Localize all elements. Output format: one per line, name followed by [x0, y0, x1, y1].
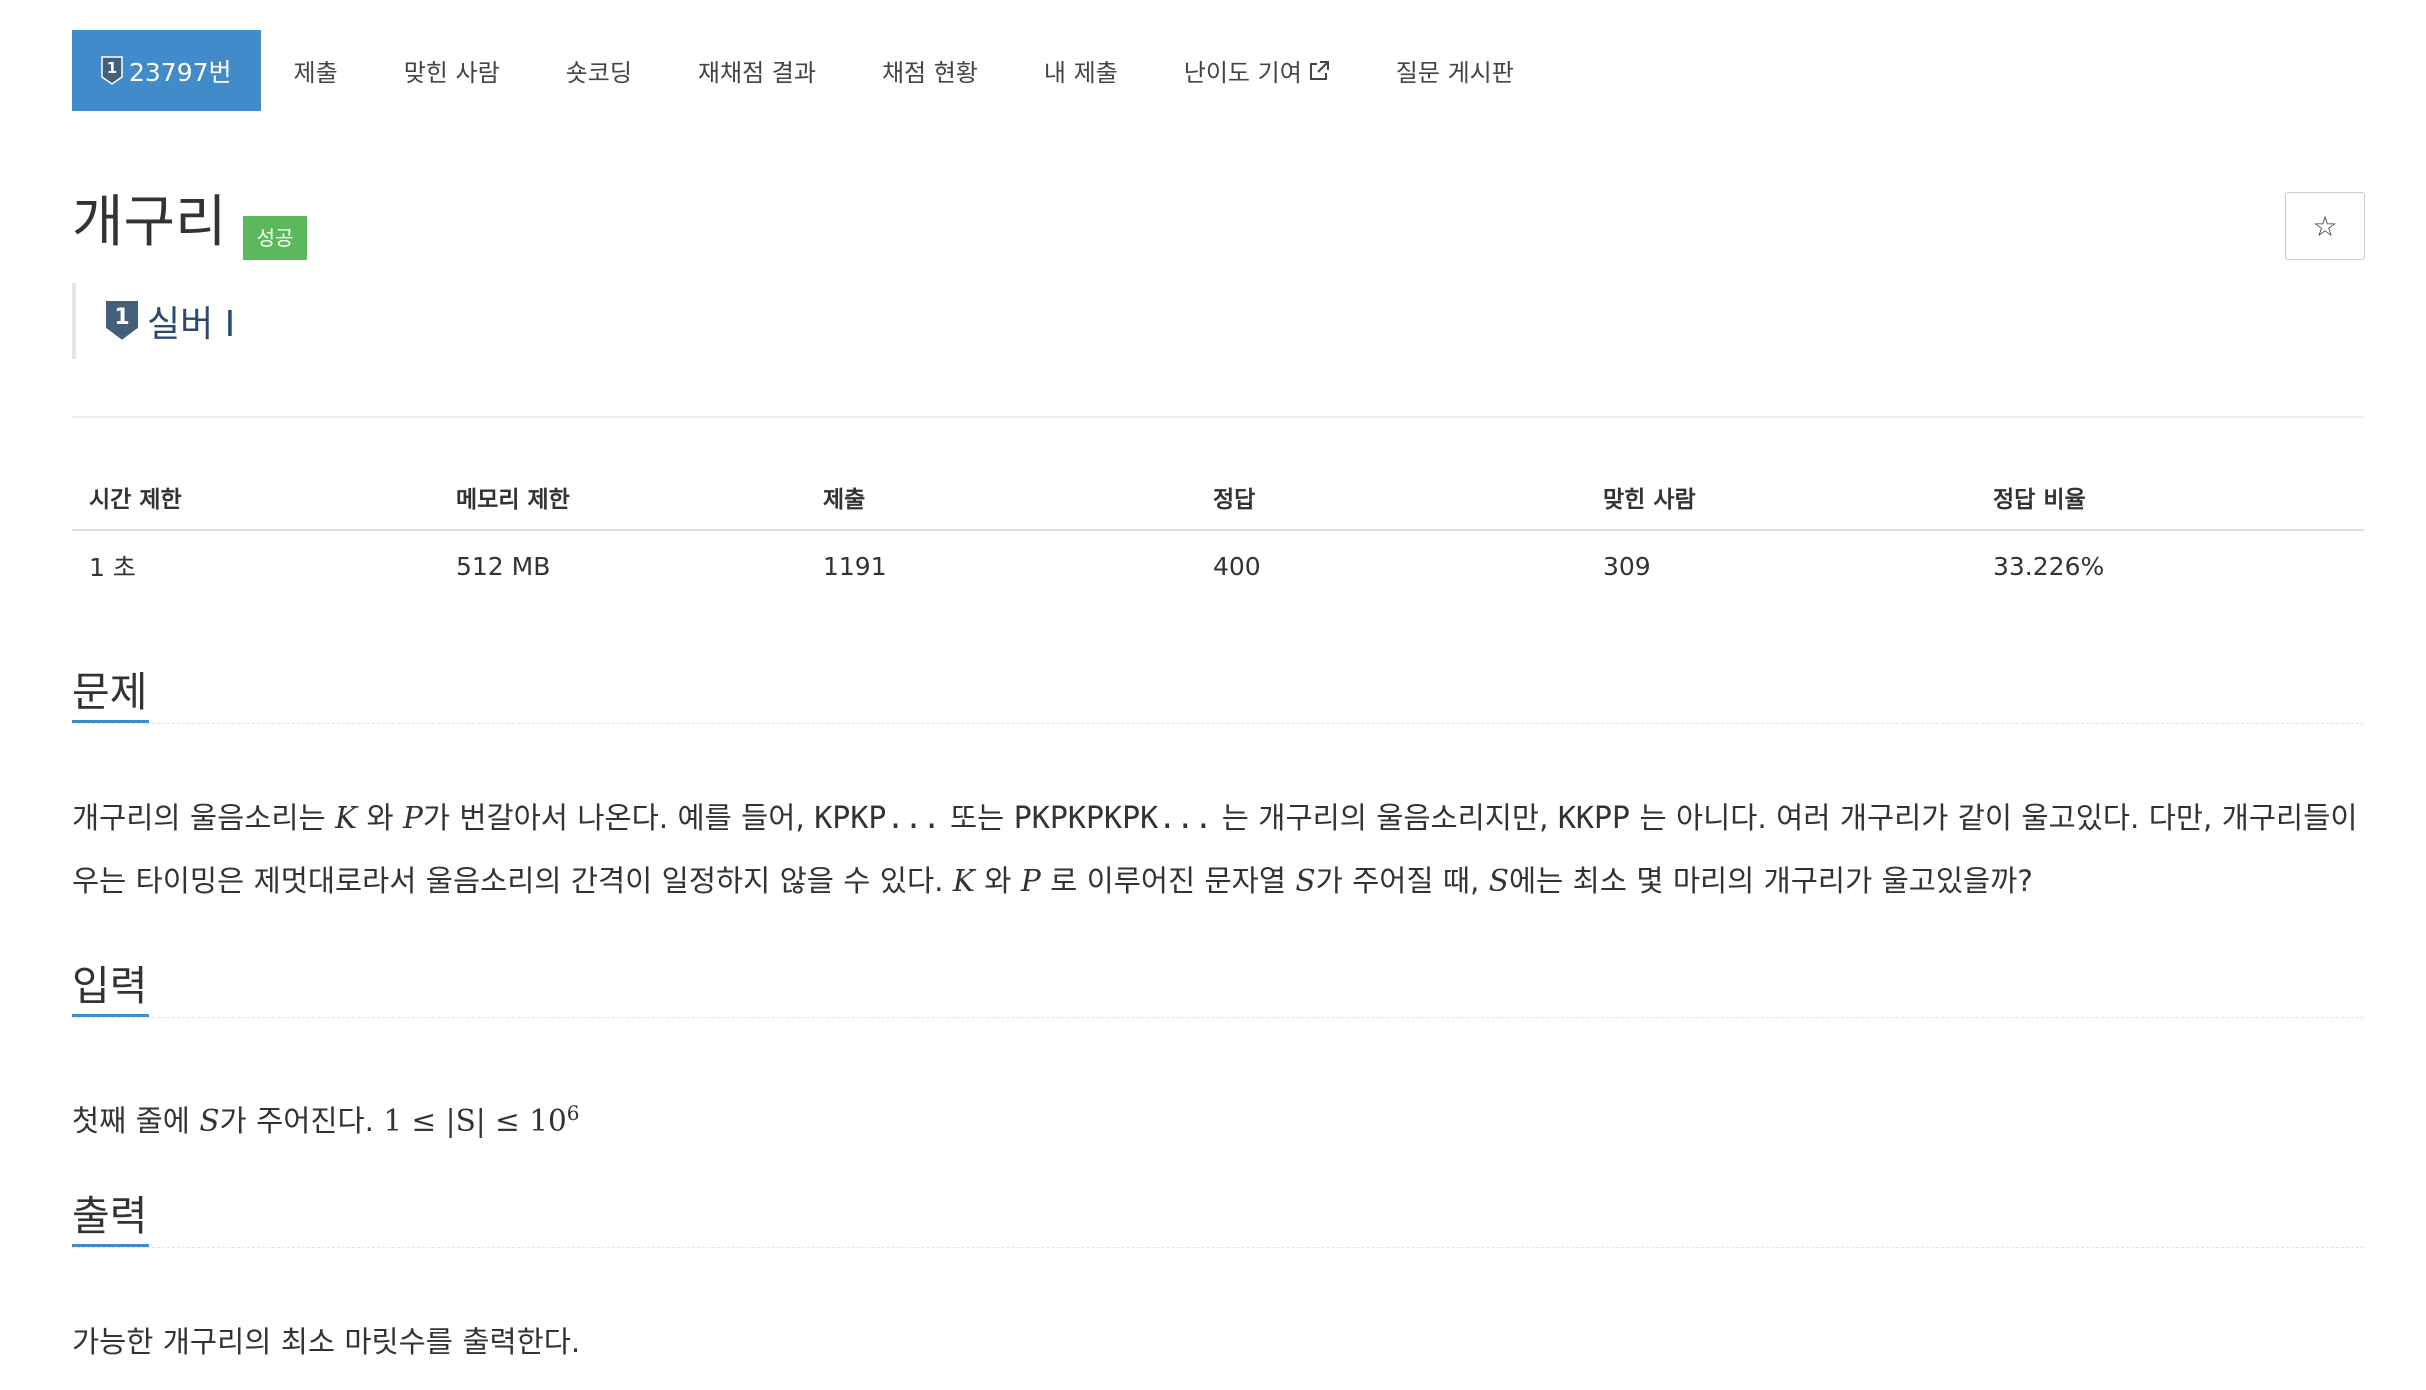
problem-section-header: 문제: [72, 664, 2364, 724]
accept-ratio-value: 33.226%: [1993, 551, 2105, 581]
math-s: S: [1488, 864, 1510, 898]
tab-judge-status[interactable]: 채점 현황: [849, 30, 1011, 111]
favorite-star-button[interactable]: ☆: [2285, 192, 2365, 260]
star-icon: ☆: [2312, 209, 2338, 243]
header-time-limit: 시간 제한: [72, 465, 439, 531]
submissions-value: 1191: [823, 551, 887, 581]
header-memory-limit: 메모리 제한: [439, 465, 806, 531]
tab-question-board[interactable]: 질문 게시판: [1363, 30, 1547, 111]
output-description: 가능한 개구리의 최소 마릿수를 출력한다.: [72, 1325, 581, 1359]
problem-page: 1 23797번 제출 맞힌 사람 숏코딩 재채점 결과 채점 현황 내 제출 …: [0, 0, 2426, 1390]
example-string: PKPKPKPK...: [1013, 801, 1213, 836]
svg-text:1: 1: [114, 305, 129, 330]
solved-users-value: 309: [1603, 551, 1651, 581]
tab-solved-users[interactable]: 맞힌 사람: [371, 30, 533, 111]
problem-description: 개구리의 울음소리는 K 와 P가 번갈아서 나온다. 예를 들어, KPKP.…: [72, 787, 2372, 913]
text-segment: 가 번갈아서 나온다. 예를 들어,: [422, 801, 805, 835]
text-segment: 첫째 줄에: [72, 1103, 190, 1138]
time-limit-value: 1 초: [89, 553, 136, 582]
tab-my-submissions[interactable]: 내 제출: [1011, 30, 1151, 111]
external-link-icon: [1309, 60, 1329, 80]
problem-menu-tabs: 1 23797번 제출 맞힌 사람 숏코딩 재채점 결과 채점 현황 내 제출 …: [72, 30, 1547, 111]
section-underline: [72, 720, 2364, 724]
text-segment: 와: [984, 864, 1012, 898]
text-segment: 또는: [950, 801, 1005, 835]
header-accepted: 정답: [1196, 465, 1586, 531]
svg-text:1: 1: [107, 59, 117, 77]
tab-difficulty[interactable]: 난이도 기여: [1151, 30, 1363, 111]
text-segment: 개구리의 울음소리는: [72, 801, 326, 835]
section-title-input: 입력: [72, 962, 148, 1010]
section-underline: [72, 1244, 2364, 1248]
tab-difficulty-label: 난이도 기여: [1183, 59, 1302, 87]
problem-title-row: 개구리 성공: [72, 190, 308, 260]
problem-tier: 1 실버 I: [72, 283, 235, 359]
math-p: P: [403, 801, 423, 835]
text-segment: 로 이루어진 문자열: [1050, 864, 1286, 898]
math-k: K: [335, 801, 358, 835]
tab-rejudge[interactable]: 재채점 결과: [665, 30, 849, 111]
math-k: K: [952, 864, 975, 898]
text-segment: 가 주어진다.: [219, 1103, 375, 1138]
constraint-math: 1 ≤ |S| ≤ 106: [383, 1101, 580, 1138]
input-section-header: 입력: [72, 958, 2364, 1018]
page-title: 개구리: [72, 190, 227, 255]
accepted-value: 400: [1213, 551, 1261, 581]
memory-limit-value: 512 MB: [456, 551, 551, 581]
input-description: 첫째 줄에 S가 주어진다. 1 ≤ |S| ≤ 106: [72, 1082, 2372, 1153]
math-p: P: [1020, 864, 1041, 898]
silver-tier-icon: 1: [105, 301, 139, 342]
example-string: KPKP...: [814, 801, 941, 836]
title-divider: [72, 416, 2364, 418]
text-segment: 에는 최소 몇 마리의 개구리가 울고있을까?: [1509, 864, 2033, 898]
tab-problem[interactable]: 1 23797번: [72, 30, 261, 111]
example-string: KKPP: [1557, 801, 1631, 836]
table-row: 1 초 512 MB 1191 400 309 33.226%: [72, 530, 2364, 601]
section-underline: [72, 1014, 2364, 1018]
status-badge: 성공: [242, 216, 308, 260]
problem-info-table: 시간 제한 메모리 제한 제출 정답 맞힌 사람 정답 비율 1 초 512 M…: [72, 465, 2364, 601]
header-solved-users: 맞힌 사람: [1586, 465, 1976, 531]
math-s: S: [1295, 864, 1316, 898]
text-segment: 가 주어질 때,: [1315, 864, 1480, 898]
constraint-text: 1 ≤ |S| ≤ 10: [383, 1103, 567, 1138]
text-segment: 는 개구리의 울음소리지만,: [1221, 801, 1549, 835]
section-title-output: 출력: [72, 1192, 148, 1240]
tab-problem-label: 23797번: [129, 57, 232, 87]
text-segment: 와: [366, 801, 394, 835]
header-accept-ratio: 정답 비율: [1976, 465, 2364, 531]
header-submissions: 제출: [806, 465, 1196, 531]
constraint-exponent: 6: [566, 1101, 580, 1125]
output-section-header: 출력: [72, 1188, 2364, 1248]
table-header-row: 시간 제한 메모리 제한 제출 정답 맞힌 사람 정답 비율: [72, 465, 2364, 531]
tab-short-coding[interactable]: 숏코딩: [533, 30, 665, 111]
section-title-problem: 문제: [72, 668, 148, 716]
silver-tier-icon: 1: [101, 55, 123, 85]
tab-submit[interactable]: 제출: [261, 30, 371, 111]
math-s: S: [199, 1103, 220, 1138]
tier-label[interactable]: 실버 I: [147, 295, 235, 347]
